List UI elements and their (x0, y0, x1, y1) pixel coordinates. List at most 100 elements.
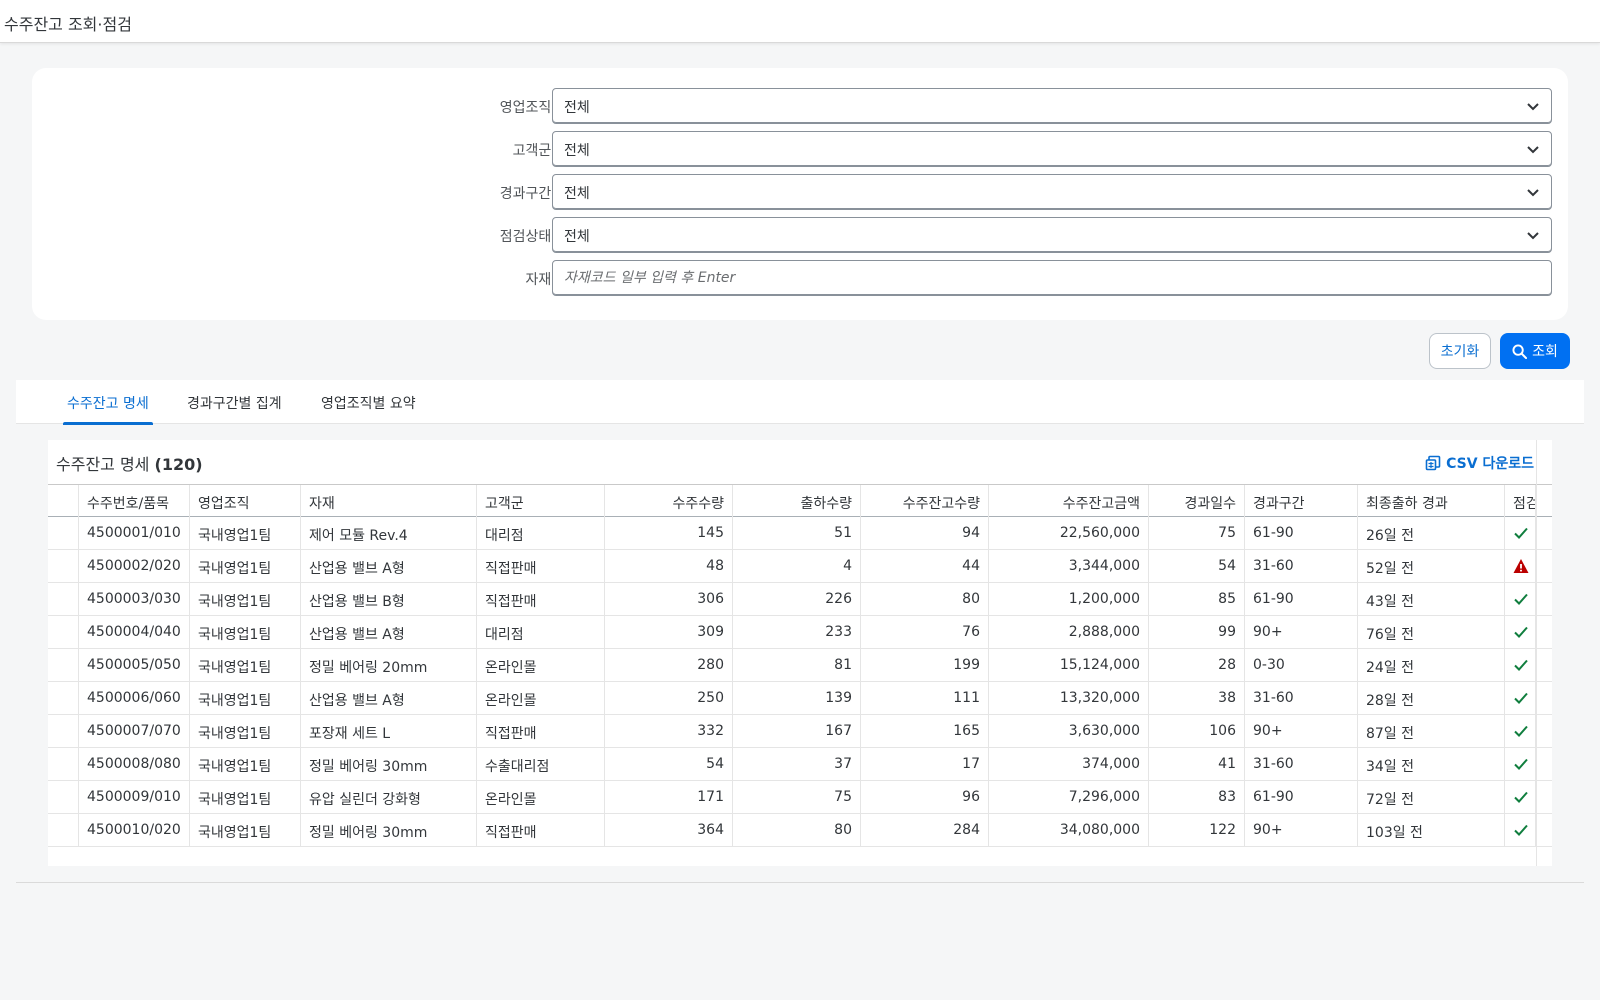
customer-group-select[interactable]: 전체 (552, 131, 1552, 167)
table-row[interactable]: 4500006/060 국내영업1팀 산업용 밸브 A형 온라인몰 250 139 111 1… (48, 682, 1552, 715)
row-selector[interactable] (48, 781, 79, 813)
cell-order-qty: 250 (605, 682, 733, 714)
row-selector[interactable] (48, 649, 79, 681)
cell-order-qty: 364 (605, 814, 733, 846)
row-selector[interactable] (48, 517, 79, 549)
column-header-aging-bucket[interactable]: 경과구간 (1245, 485, 1358, 517)
backlog-table: 수주번호/품목 영업조직 자재 고객군 수주수량 출하수량 수주잔고수량 수주잔고금액 경과일수… (48, 484, 1552, 847)
cell-backlog-amount: 13,320,000 (989, 682, 1149, 714)
column-header-customer-group[interactable]: 고객군 (477, 485, 605, 517)
cell-sales-org: 국내영업1팀 (190, 517, 301, 549)
cell-last-shipment-elapsed: 103일 전 (1358, 814, 1505, 846)
csv-download-button[interactable]: CSV 다운로드 (1425, 453, 1534, 473)
aging-bucket-select[interactable]: 전체 (552, 174, 1552, 210)
column-header-shipped-qty[interactable]: 출하수량 (733, 485, 861, 517)
table-row[interactable]: 4500003/030 국내영업1팀 산업용 밸브 B형 직접판매 306 226 80 1,… (48, 583, 1552, 616)
cell-material: 산업용 밸브 A형 (301, 682, 477, 714)
cell-check-status (1505, 517, 1536, 549)
cell-order-item: 4500010/020 (79, 814, 190, 846)
cell-shipped-qty: 4 (733, 550, 861, 582)
cell-customer-group: 온라인몰 (477, 682, 605, 714)
filter-material: 자재: (32, 260, 1568, 296)
material-input[interactable] (553, 261, 1551, 295)
row-selector[interactable] (48, 616, 79, 648)
cell-sales-org: 국내영업1팀 (190, 649, 301, 681)
table-row[interactable]: 4500007/070 국내영업1팀 포장재 세트 L 직접판매 332 167 165 3,… (48, 715, 1552, 748)
cell-elapsed-days: 41 (1149, 748, 1245, 780)
cell-aging-bucket: 61-90 (1245, 517, 1358, 549)
table-row[interactable]: 4500004/040 국내영업1팀 산업용 밸브 A형 대리점 309 233 76 2,8… (48, 616, 1552, 649)
tab-order-backlog-detail[interactable]: 수주잔고 명세 (63, 380, 153, 425)
spreadsheet-icon (1425, 455, 1441, 471)
column-header-backlog-amount[interactable]: 수주잔고금액 (989, 485, 1149, 517)
cell-backlog-qty: 284 (861, 814, 989, 846)
column-header-order-qty[interactable]: 수주수량 (605, 485, 733, 517)
tab-aging-summary[interactable]: 경과구간별 집계 (187, 380, 282, 424)
cell-customer-group: 온라인몰 (477, 649, 605, 681)
cell-aging-bucket: 61-90 (1245, 781, 1358, 813)
checkmark-icon (1514, 527, 1528, 539)
row-selector[interactable] (48, 814, 79, 846)
cell-check-status (1505, 550, 1536, 582)
sales-org-select[interactable]: 전체 (552, 88, 1552, 124)
row-selector[interactable] (48, 748, 79, 780)
table-row[interactable]: 4500010/020 국내영업1팀 정밀 베어링 30mm 직접판매 364 80 284… (48, 814, 1552, 847)
checkmark-icon (1514, 758, 1528, 770)
row-selector[interactable] (48, 682, 79, 714)
cell-backlog-qty: 17 (861, 748, 989, 780)
table-row[interactable]: 4500005/050 국내영업1팀 정밀 베어링 20mm 온라인몰 280 81 199… (48, 649, 1552, 682)
table-row[interactable]: 4500008/080 국내영업1팀 정밀 베어링 30mm 수출대리점 54 37 17 3… (48, 748, 1552, 781)
row-selector[interactable] (48, 583, 79, 615)
column-header-last-shipment-elapsed[interactable]: 최종출하 경과 (1358, 485, 1505, 517)
column-header-check-status[interactable]: 점검 (1505, 485, 1536, 517)
cell-elapsed-days: 122 (1149, 814, 1245, 846)
cell-sales-org: 국내영업1팀 (190, 748, 301, 780)
cell-sales-org: 국내영업1팀 (190, 682, 301, 714)
cell-aging-bucket: 31-60 (1245, 550, 1358, 582)
cell-backlog-amount: 15,124,000 (989, 649, 1149, 681)
search-button-label: 조회 (1532, 344, 1558, 360)
table-header-row: 수주번호/품목 영업조직 자재 고객군 수주수량 출하수량 수주잔고수량 수주잔고금액 경과일수… (48, 484, 1552, 517)
table-row[interactable]: 4500002/020 국내영업1팀 산업용 밸브 A형 직접판매 48 4 44 3,344… (48, 550, 1552, 583)
filter-customer-group: 고객군: 전체 (32, 131, 1568, 167)
cell-order-qty: 54 (605, 748, 733, 780)
check-status-select[interactable]: 전체 (552, 217, 1552, 253)
cell-last-shipment-elapsed: 76일 전 (1358, 616, 1505, 648)
cell-check-status (1505, 616, 1536, 648)
tab-bar: 수주잔고 명세 경과구간별 집계 영업조직별 요약 (16, 380, 1584, 425)
cell-check-status (1505, 583, 1536, 615)
table-row[interactable]: 4500009/010 국내영업1팀 유압 실린더 강화형 온라인몰 171 75 96 7,… (48, 781, 1552, 814)
column-header-backlog-qty[interactable]: 수주잔고수량 (861, 485, 989, 517)
column-header-elapsed-days[interactable]: 경과일수 (1149, 485, 1245, 517)
cell-elapsed-days: 85 (1149, 583, 1245, 615)
cell-customer-group: 직접판매 (477, 583, 605, 615)
column-header-select-col[interactable] (48, 485, 79, 517)
cell-shipped-qty: 51 (733, 517, 861, 549)
cell-backlog-qty: 94 (861, 517, 989, 549)
cell-last-shipment-elapsed: 52일 전 (1358, 550, 1505, 582)
cell-order-item: 4500005/050 (79, 649, 190, 681)
reset-button[interactable]: 초기화 (1429, 333, 1491, 369)
filter-label: 경과구간: (499, 186, 556, 202)
cell-customer-group: 직접판매 (477, 550, 605, 582)
column-header-order-item[interactable]: 수주번호/품목 (79, 485, 190, 517)
cell-shipped-qty: 233 (733, 616, 861, 648)
column-header-sales-org[interactable]: 영업조직 (190, 485, 301, 517)
cell-customer-group: 직접판매 (477, 715, 605, 747)
search-button[interactable]: 조회 (1500, 333, 1570, 369)
table-row[interactable]: 4500001/010 국내영업1팀 제어 모듈 Rev.4 대리점 145 51 94 22… (48, 517, 1552, 550)
cell-backlog-qty: 165 (861, 715, 989, 747)
cell-order-item: 4500004/040 (79, 616, 190, 648)
filter-aging-bucket: 경과구간: 전체 (32, 174, 1568, 210)
cell-shipped-qty: 226 (733, 583, 861, 615)
filter-label: 고객군: (512, 143, 556, 159)
vertical-scrollbar[interactable] (1536, 440, 1552, 866)
row-selector[interactable] (48, 550, 79, 582)
cell-order-qty: 280 (605, 649, 733, 681)
row-selector[interactable] (48, 715, 79, 747)
tab-sales-org-summary[interactable]: 영업조직별 요약 (321, 380, 416, 424)
cell-material: 산업용 밸브 A형 (301, 550, 477, 582)
column-header-material[interactable]: 자재 (301, 485, 477, 517)
cell-backlog-amount: 1,200,000 (989, 583, 1149, 615)
cell-aging-bucket: 31-60 (1245, 682, 1358, 714)
